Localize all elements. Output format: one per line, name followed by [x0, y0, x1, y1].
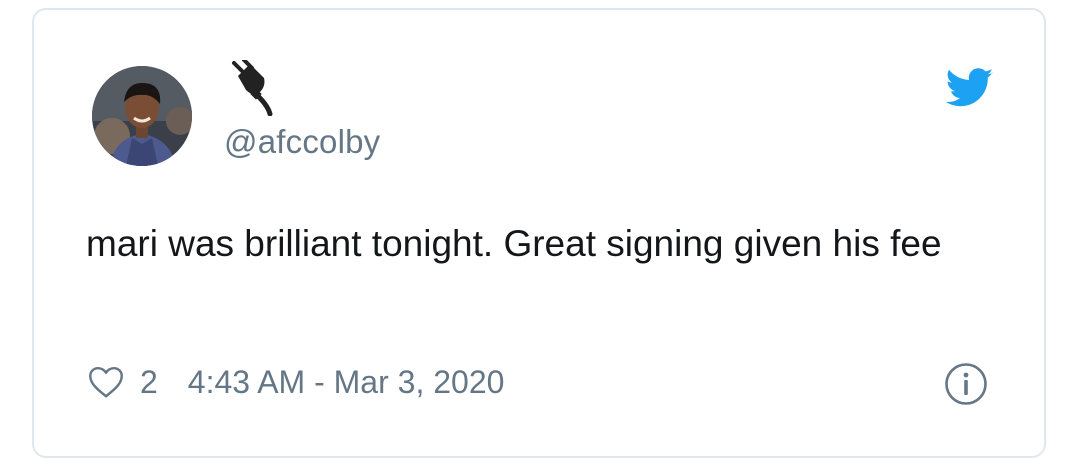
heart-icon[interactable]	[88, 365, 124, 399]
tweet-footer: 2 4:43 AM - Mar 3, 2020	[88, 362, 504, 402]
tweet-text: mari was brilliant tonight. Great signin…	[86, 223, 942, 264]
avatar[interactable]	[92, 66, 192, 166]
like-count: 2	[140, 363, 158, 400]
info-icon[interactable]	[944, 362, 988, 406]
user-handle[interactable]: @afccolby	[224, 123, 380, 161]
twitter-bird-icon[interactable]	[945, 68, 994, 108]
tweet-timestamp[interactable]: 4:43 AM - Mar 3, 2020	[188, 364, 505, 401]
electric-plug-icon	[228, 58, 282, 117]
tweet-card: @afccolby mari was brilliant tonight. Gr…	[32, 8, 1046, 458]
